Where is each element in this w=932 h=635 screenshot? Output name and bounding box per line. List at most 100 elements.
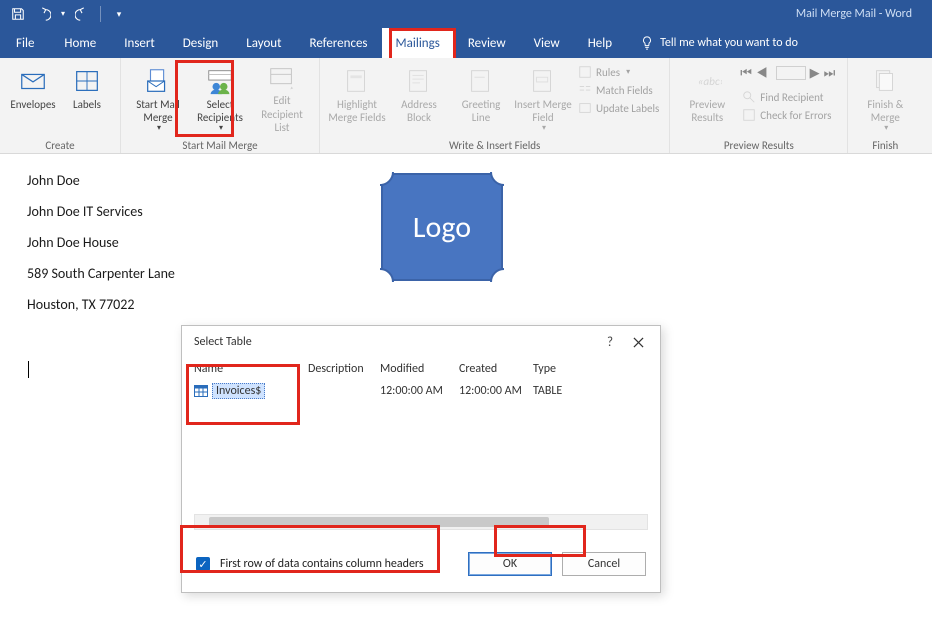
insert-merge-field-button: Insert Merge Field▾ (514, 62, 572, 134)
cell-modified: 12:00:00 AM (380, 384, 459, 398)
col-name[interactable]: Name (194, 362, 308, 376)
search-icon (742, 90, 756, 104)
tab-view[interactable]: View (520, 28, 574, 58)
title-bar: ▾ ▾ Mail Merge Mail - Word (0, 0, 932, 28)
preview-results-icon: «abc» (692, 66, 722, 96)
dialog-close-button[interactable] (624, 329, 652, 355)
lightbulb-icon (640, 36, 654, 50)
insert-merge-field-label: Insert Merge Field (514, 98, 571, 124)
labels-icon (72, 66, 102, 96)
table-list[interactable]: Name Description Modified Created Type I… (194, 358, 648, 530)
tab-home[interactable]: Home (50, 28, 110, 58)
dialog-help-button[interactable]: ? (596, 329, 624, 355)
dialog-body: Name Description Modified Created Type I… (182, 358, 660, 538)
address-block-button: Address Block (390, 62, 448, 134)
tab-design[interactable]: Design (169, 28, 232, 58)
highlight-merge-fields-button: Highlight Merge Fields (328, 62, 386, 134)
col-modified[interactable]: Modified (380, 362, 459, 376)
qat-customize[interactable]: ▾ (107, 3, 131, 25)
select-recipients-icon (205, 66, 235, 96)
tab-mailings[interactable]: Mailings (382, 28, 454, 58)
group-write-insert: Highlight Merge Fields Address Block Gre… (320, 58, 670, 153)
labels-label: Labels (73, 98, 101, 111)
save-button[interactable] (6, 3, 30, 25)
col-created[interactable]: Created (459, 362, 533, 376)
tab-insert[interactable]: Insert (110, 28, 169, 58)
tab-file[interactable]: File (0, 28, 50, 58)
labels-button[interactable]: Labels (62, 62, 112, 134)
envelopes-label: Envelopes (10, 98, 55, 111)
group-create: Envelopes Labels Create (0, 58, 121, 153)
rules-button: Rules▾ (576, 64, 661, 80)
greeting-line-icon (466, 66, 496, 96)
group-finish-label: Finish (872, 137, 898, 153)
ok-button[interactable]: OK (468, 552, 552, 576)
col-type[interactable]: Type (533, 362, 593, 376)
update-labels-button: Update Labels (576, 100, 661, 116)
tab-references[interactable]: References (296, 28, 382, 58)
preview-results-button: «abc» Preview Results (678, 62, 736, 134)
find-recipient-button: Find Recipient (740, 89, 839, 105)
envelopes-button[interactable]: Envelopes (8, 62, 58, 134)
start-mail-merge-label: Start Mail Merge (136, 98, 180, 124)
save-icon (11, 7, 25, 21)
group-preview: «abc» Preview Results ⏮◀▶⏭ Find Recipien… (670, 58, 848, 153)
undo-button[interactable] (32, 3, 56, 25)
col-description[interactable]: Description (308, 362, 380, 376)
cell-name[interactable]: Invoices$ (194, 383, 308, 399)
greeting-line-button: Greeting Line (452, 62, 510, 134)
app-title: Mail Merge Mail - Word (131, 7, 926, 21)
record-nav: ⏮◀▶⏭ (740, 64, 839, 87)
dialog-titlebar[interactable]: Select Table ? (182, 326, 660, 358)
select-recipients-button[interactable]: Select Recipients▾ (191, 62, 249, 134)
horizontal-scrollbar[interactable] (194, 514, 648, 530)
group-finish: Finish & Merge▾ Finish (848, 58, 922, 153)
dialog-bottom-bar: ✓ First row of data contains column head… (182, 538, 660, 592)
edit-recipient-list-label: Edit Recipient List (253, 94, 311, 134)
finish-merge-button: Finish & Merge▾ (856, 62, 914, 134)
qat-separator (100, 6, 101, 22)
greeting-line-label: Greeting Line (462, 98, 501, 124)
svg-text:«abc»: «abc» (698, 75, 722, 89)
close-icon (633, 337, 644, 348)
undo-icon (37, 7, 51, 21)
highlight-merge-fields-icon (342, 66, 372, 96)
undo-dropdown[interactable]: ▾ (58, 3, 68, 25)
highlight-merge-fields-label: Highlight Merge Fields (328, 98, 385, 124)
address-block-label: Address Block (401, 98, 437, 124)
logo-text: Logo (413, 209, 471, 246)
cell-type: TABLE (533, 384, 593, 398)
rules-icon (578, 65, 592, 79)
edit-recipient-list-icon (267, 64, 297, 94)
tab-row: File Home Insert Design Layout Reference… (0, 28, 932, 58)
cancel-button[interactable]: Cancel (562, 552, 646, 576)
tell-me-label: Tell me what you want to do (660, 36, 798, 50)
first-row-headers-label[interactable]: First row of data contains column header… (220, 557, 424, 571)
edit-recipient-list-button: Edit Recipient List (253, 62, 311, 134)
doc-line[interactable]: Houston, TX 77022 (27, 296, 922, 313)
address-block-icon (404, 66, 434, 96)
preview-small-stack: ⏮◀▶⏭ Find Recipient Check for Errors (740, 62, 839, 123)
redo-icon (75, 7, 89, 21)
table-header-row[interactable]: Name Description Modified Created Type (194, 358, 648, 380)
table-row[interactable]: Invoices$ 12:00:00 AM 12:00:00 AM TABLE (194, 380, 648, 402)
finish-merge-icon (870, 66, 900, 96)
redo-button[interactable] (70, 3, 94, 25)
tab-layout[interactable]: Layout (232, 28, 295, 58)
start-mail-merge-button[interactable]: Start Mail Merge▾ (129, 62, 187, 134)
cell-created: 12:00:00 AM (459, 384, 533, 398)
logo-shape[interactable]: Logo (381, 173, 503, 281)
table-icon (194, 385, 208, 397)
match-fields-icon (578, 83, 592, 97)
update-labels-icon (578, 101, 592, 115)
tell-me-search[interactable]: Tell me what you want to do (640, 28, 798, 58)
group-start-mail-merge-label: Start Mail Merge (182, 137, 257, 153)
insert-merge-field-icon (528, 66, 558, 96)
tab-help[interactable]: Help (574, 28, 626, 58)
start-mail-merge-icon (143, 66, 173, 96)
tab-review[interactable]: Review (454, 28, 520, 58)
envelope-icon (18, 66, 48, 96)
first-row-headers-checkbox[interactable]: ✓ (196, 557, 210, 571)
list-empty-space (194, 402, 648, 512)
scrollbar-thumb[interactable] (209, 517, 549, 527)
